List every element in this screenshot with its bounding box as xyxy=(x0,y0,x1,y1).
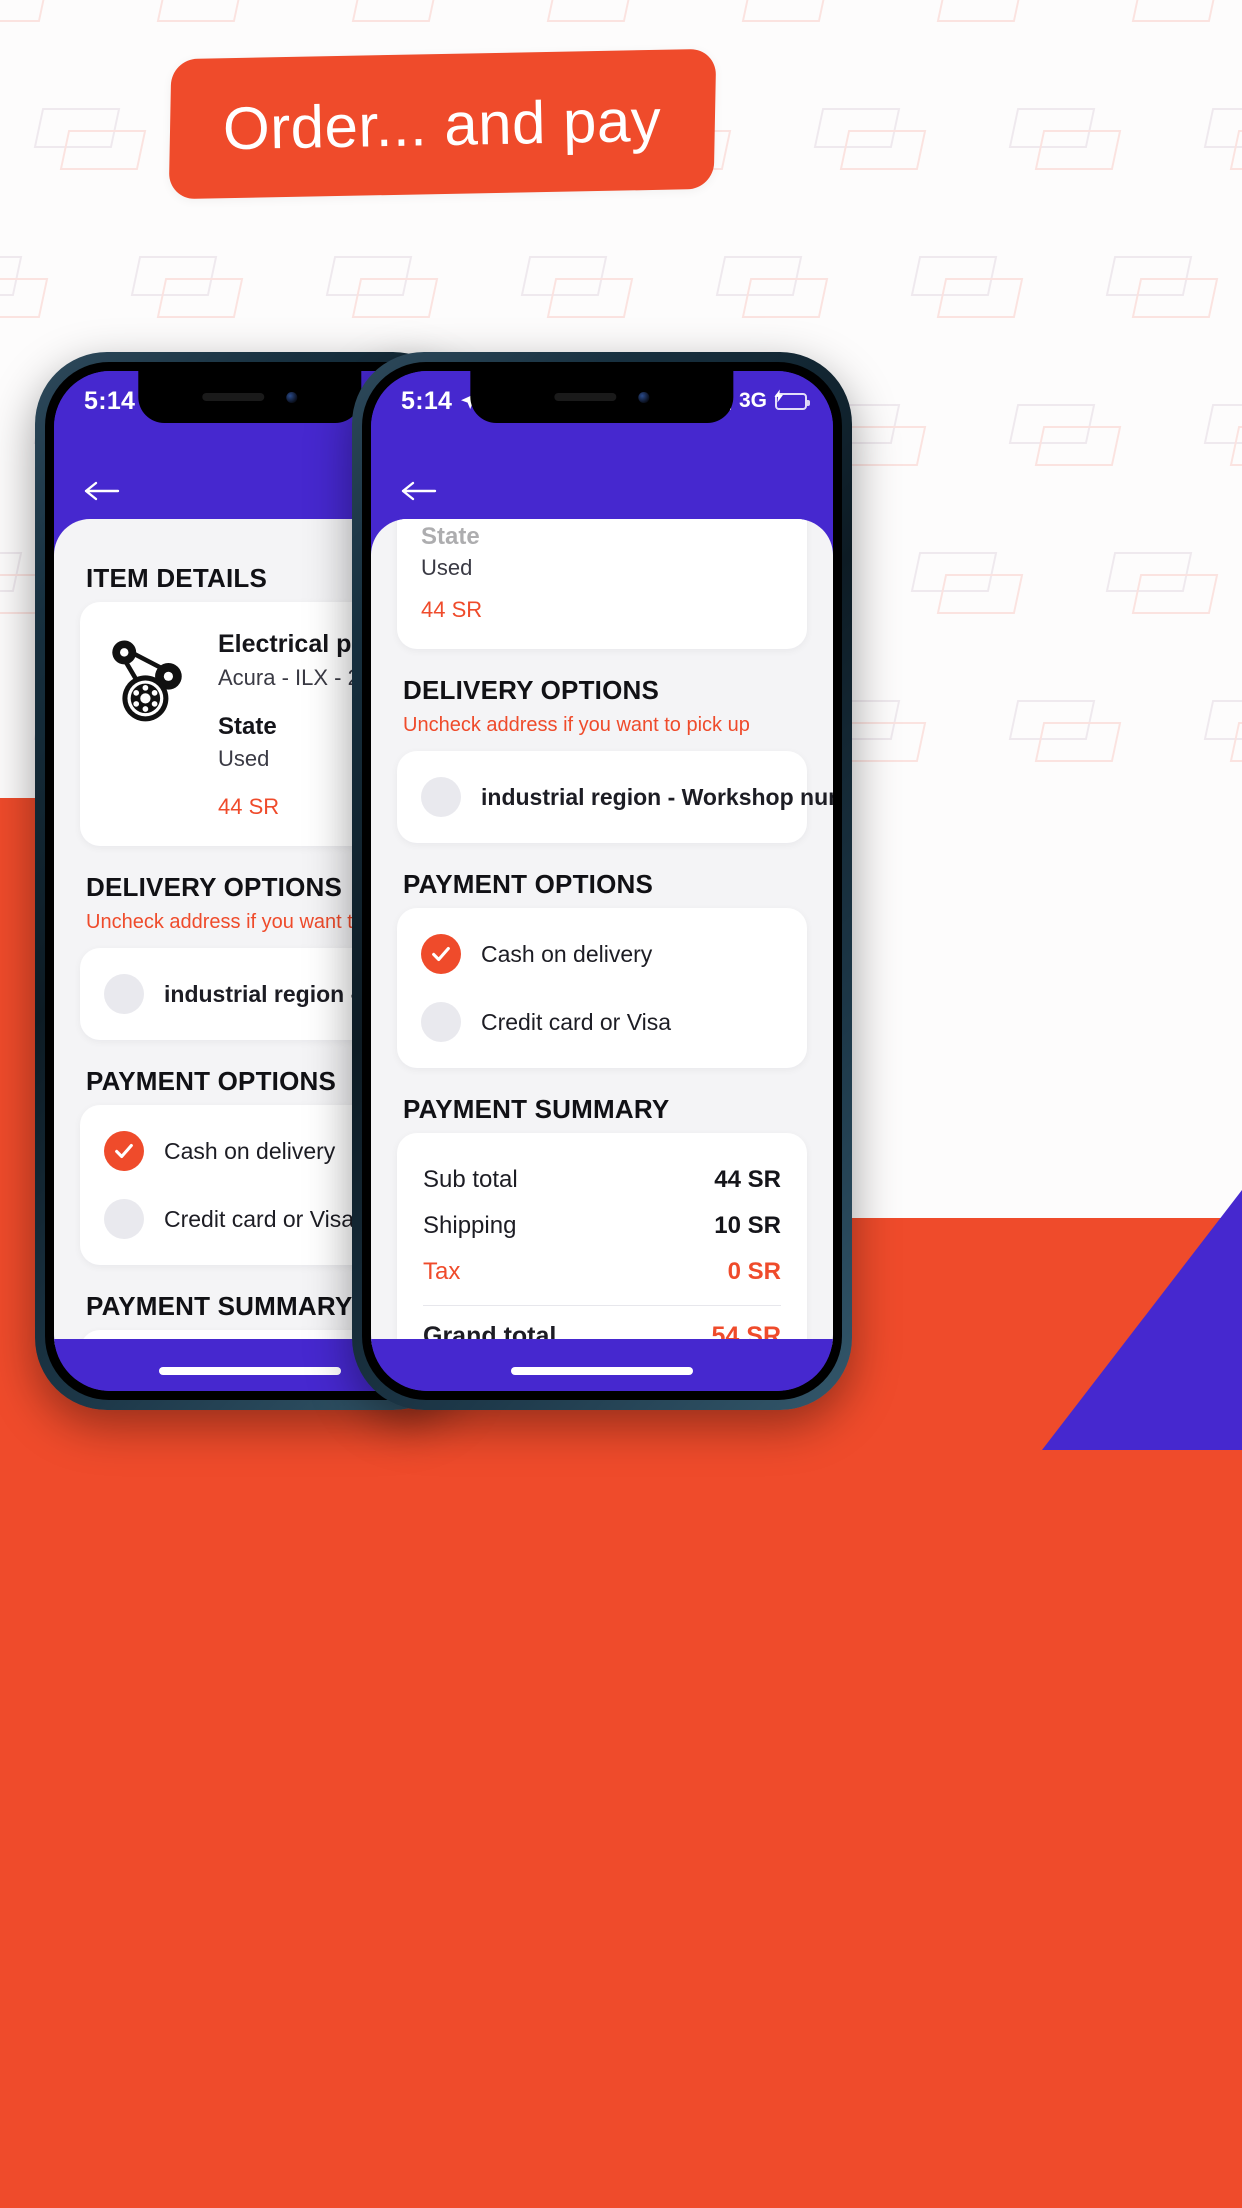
earpiece-speaker xyxy=(202,393,265,401)
pattern-tile xyxy=(1110,0,1219,22)
item-price: 44 SR xyxy=(421,597,483,622)
sheet-scroll-right[interactable]: State Used 44 SR DELIVERY OPTIONS Unchec… xyxy=(397,519,833,1345)
summary-key: Tax xyxy=(423,1258,461,1285)
radio-checked-icon[interactable] xyxy=(421,934,461,974)
home-indicator-left[interactable] xyxy=(159,1367,341,1375)
pattern-tile xyxy=(915,0,1024,22)
status-time: 5:14 xyxy=(401,386,453,415)
status-bar-left-group: 5:14 xyxy=(401,387,479,416)
pattern-tile xyxy=(1105,256,1219,318)
delivery-options-card-right: industrial region - Workshop number: 800 xyxy=(397,751,833,843)
radio-unchecked-icon[interactable] xyxy=(421,777,461,817)
pattern-tile xyxy=(0,0,49,22)
pattern-tile xyxy=(910,256,1024,318)
radio-checked-icon[interactable] xyxy=(104,1131,144,1171)
phone-bezel-right: 5:14 3G State Used 44 SR DELIVERY OPTION… xyxy=(362,362,842,1400)
item-state-label-cut: State xyxy=(421,523,480,550)
summary-value: 0 SR xyxy=(727,1258,781,1285)
pattern-tile xyxy=(1008,108,1121,170)
pattern-tile xyxy=(1203,404,1242,466)
item-details-card-partial: State Used 44 SR xyxy=(397,519,807,649)
item-state-value: Used xyxy=(421,555,473,580)
front-camera-icon xyxy=(286,391,298,403)
promo-banner-text: Order... and pay xyxy=(222,86,663,162)
pattern-tile xyxy=(325,256,439,318)
section-title-payment-summary-right: PAYMENT SUMMARY xyxy=(403,1094,670,1124)
summary-row-tax: Tax 0 SR xyxy=(423,1249,781,1295)
summary-divider xyxy=(423,1305,781,1306)
pattern-tile xyxy=(330,0,439,22)
pattern-tile xyxy=(813,108,926,170)
status-time: 5:14 xyxy=(84,386,136,415)
section-title-delivery-options-right: DELIVERY OPTIONS xyxy=(403,675,660,705)
radio-unchecked-icon[interactable] xyxy=(104,1199,144,1239)
summary-key: Sub total xyxy=(423,1166,518,1193)
content-sheet-right: State Used 44 SR DELIVERY OPTIONS Unchec… xyxy=(371,519,833,1345)
home-indicator-right[interactable] xyxy=(511,1367,693,1375)
pattern-tile xyxy=(525,0,634,22)
front-camera-icon xyxy=(638,391,650,403)
pattern-tile xyxy=(1008,700,1121,762)
earpiece-speaker xyxy=(554,393,617,401)
summary-value: 10 SR xyxy=(714,1212,781,1239)
phone-notch-right xyxy=(470,371,734,423)
payment-option-label: Credit card or Visa xyxy=(164,1205,355,1232)
pattern-tile xyxy=(910,552,1024,614)
back-arrow-icon[interactable] xyxy=(401,479,439,503)
pattern-tile xyxy=(0,256,49,318)
payment-option-label: Credit card or Visa xyxy=(481,1008,672,1035)
bottom-bar-right xyxy=(371,1339,833,1391)
promo-screenshot: Order... and pay 5:14 ITEM DETAILS Elect… xyxy=(0,0,1242,2208)
pattern-tile xyxy=(715,256,829,318)
payment-option-row[interactable]: Cash on delivery xyxy=(421,930,783,978)
phone-mockup-right: 5:14 3G State Used 44 SR DELIVERY OPTION… xyxy=(352,352,852,1410)
pattern-tile xyxy=(130,256,244,318)
delivery-hint-right: Uncheck address if you want to pick up xyxy=(403,714,750,736)
phone-notch-left xyxy=(138,371,362,423)
radio-unchecked-icon[interactable] xyxy=(421,1002,461,1042)
back-arrow-icon[interactable] xyxy=(84,479,122,503)
payment-options-card-right: Cash on delivery Credit card or Visa xyxy=(397,908,807,1068)
serpentine-belt-icon xyxy=(112,640,182,722)
summary-value: 44 SR xyxy=(714,1166,781,1193)
pattern-tile xyxy=(1105,552,1219,614)
network-type-label: 3G xyxy=(738,389,767,412)
pattern-tile xyxy=(1008,404,1121,466)
pattern-tile xyxy=(0,552,49,614)
promo-banner: Order... and pay xyxy=(168,48,717,200)
battery-charging-icon xyxy=(774,389,810,410)
payment-option-label: Cash on delivery xyxy=(164,1137,336,1164)
pattern-tile xyxy=(33,108,146,170)
phone-screen-right: 5:14 3G State Used 44 SR DELIVERY OPTION… xyxy=(371,371,833,1391)
radio-unchecked-icon[interactable] xyxy=(104,974,144,1014)
summary-row-sub-total: Sub total 44 SR xyxy=(423,1157,781,1203)
pattern-tile xyxy=(135,0,244,22)
background-white-notch xyxy=(827,798,1242,1218)
delivery-option-row-right[interactable]: industrial region - Workshop number: 800 xyxy=(421,773,833,821)
section-title-payment-options-right: PAYMENT OPTIONS xyxy=(403,869,654,899)
payment-option-label: Cash on delivery xyxy=(481,940,653,967)
summary-row-shipping: Shipping 10 SR xyxy=(423,1203,781,1249)
pattern-tile xyxy=(520,256,634,318)
pattern-tile xyxy=(720,0,829,22)
payment-summary-card-right: Sub total 44 SR Shipping 10 SR Tax 0 SR xyxy=(397,1133,807,1345)
payment-option-row[interactable]: Credit card or Visa xyxy=(421,998,783,1046)
summary-key: Shipping xyxy=(423,1212,517,1239)
delivery-option-label-right: industrial region - Workshop number: 800 xyxy=(481,783,833,810)
pattern-tile xyxy=(1203,108,1242,170)
pattern-tile xyxy=(1203,700,1242,762)
